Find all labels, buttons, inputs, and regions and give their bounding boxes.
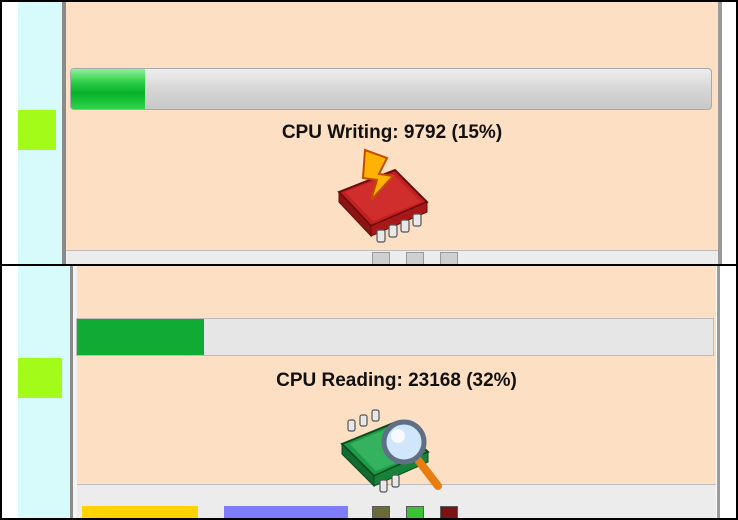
writing-status-value: 9792 (15%) [403,122,503,143]
reading-progress-bar [76,318,714,356]
sidebar-indicator [18,110,56,150]
cpu-write-icon [337,148,429,243]
cpu-writing-panel: CPU Writing: 9792 (15%) [0,0,738,266]
writing-progress-fill [71,69,145,109]
footer-button-3[interactable] [440,506,458,518]
cpu-read-icon [340,409,442,493]
writing-status-label: CPU Writing: [281,122,399,143]
reading-status-label: CPU Reading: [276,370,403,391]
sidebar-indicator [18,358,62,398]
footer-button-1[interactable] [372,506,390,518]
reading-status-value: 23168 (32%) [408,370,517,391]
writing-status-text: CPU Writing: 9792 (15%) [66,122,718,144]
legend-swatch-blue [224,506,348,518]
reading-progress-fill [77,319,205,355]
reading-status-text: CPU Reading: 23168 (32%) [77,370,716,392]
writing-progress-bar [70,68,712,110]
legend-swatch-yellow [82,506,198,518]
cpu-reading-panel: CPU Reading: 23168 (32%) [0,264,738,520]
footer-button-2[interactable] [406,506,424,518]
